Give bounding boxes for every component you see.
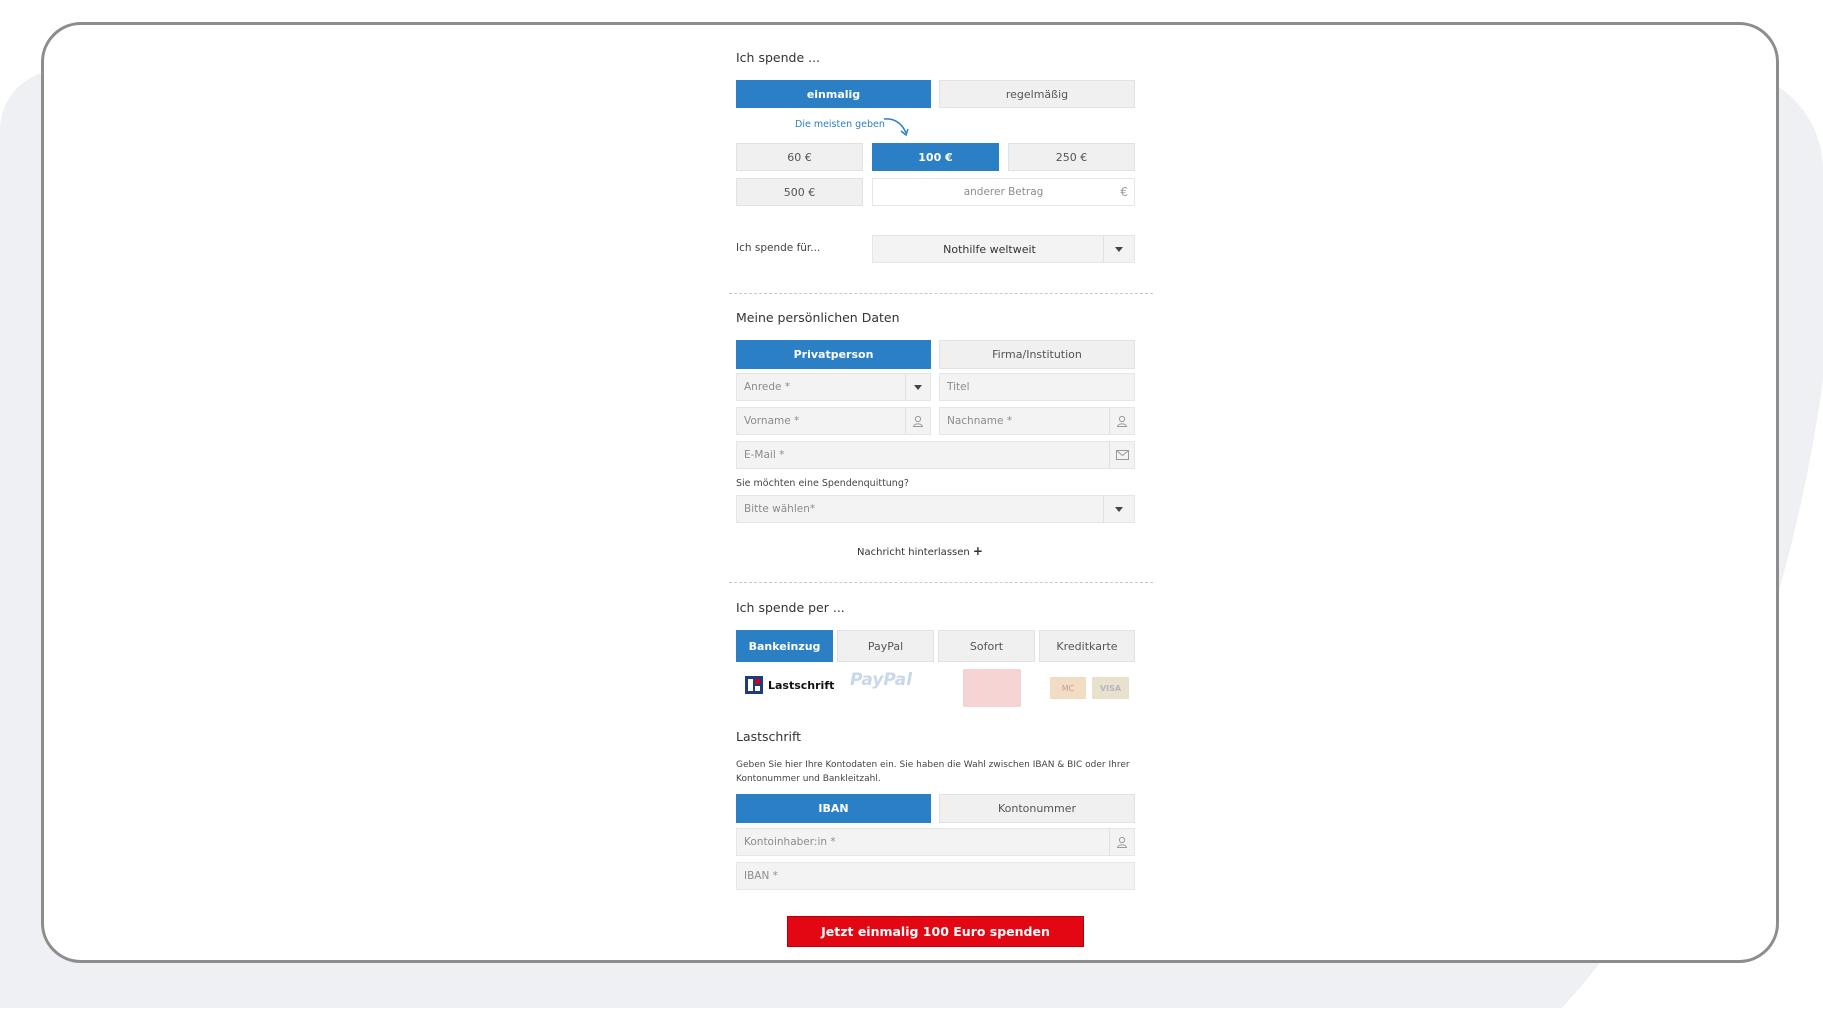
- iban-input[interactable]: IBAN *: [736, 862, 1135, 890]
- donate-submit-button[interactable]: Jetzt einmalig 100 Euro spenden: [787, 916, 1084, 947]
- euro-icon: €: [1120, 185, 1128, 199]
- lastschrift-logo: Lastschrift: [745, 676, 834, 694]
- other-amount-input[interactable]: anderer Betrag €: [872, 178, 1135, 206]
- frequency-recurring-button[interactable]: regelmäßig: [939, 80, 1135, 108]
- tab-account-number[interactable]: Kontonummer: [939, 794, 1135, 823]
- debit-heading: Lastschrift: [736, 729, 802, 744]
- user-icon: [1109, 829, 1134, 855]
- amount-100-button[interactable]: 100 €: [872, 143, 999, 171]
- mail-icon: [1109, 442, 1134, 468]
- chevron-down-icon: [1103, 236, 1134, 262]
- salutation-select[interactable]: Anrede *: [736, 373, 931, 401]
- lastname-input[interactable]: Nachname *: [939, 407, 1135, 435]
- email-input[interactable]: E-Mail *: [736, 441, 1135, 469]
- lastschrift-logo-text: Lastschrift: [768, 678, 835, 692]
- purpose-select[interactable]: Nothilfe weltweit: [872, 235, 1135, 263]
- salutation-placeholder: Anrede *: [744, 381, 791, 393]
- method-bankeinzug-button[interactable]: Bankeinzug: [736, 630, 833, 662]
- firstname-input[interactable]: Vorname *: [736, 407, 931, 435]
- leave-message-link[interactable]: Nachricht hinterlassen +: [695, 544, 1145, 558]
- personal-heading: Meine persönlichen Daten: [736, 310, 900, 325]
- purpose-value: Nothilfe weltweit: [943, 242, 1036, 256]
- receipt-placeholder: Bitte wählen*: [744, 503, 816, 515]
- firstname-placeholder: Vorname *: [744, 415, 800, 427]
- account-holder-input[interactable]: Kontoinhaber:in *: [736, 828, 1135, 856]
- visa-logo: VISA: [1092, 677, 1129, 699]
- paypal-logo: PayPal: [850, 670, 913, 690]
- method-paypal-button[interactable]: PayPal: [837, 630, 934, 662]
- chevron-down-icon: [1103, 496, 1134, 522]
- section-divider: [729, 293, 1153, 294]
- title-input[interactable]: Titel: [939, 373, 1135, 401]
- type-company-button[interactable]: Firma/Institution: [939, 340, 1135, 369]
- email-placeholder: E-Mail *: [744, 449, 785, 461]
- sofort-logo: [963, 669, 1021, 707]
- user-icon: [1109, 408, 1134, 434]
- leave-message-label: Nachricht hinterlassen: [857, 547, 970, 558]
- user-icon: [905, 408, 930, 434]
- iban-placeholder: IBAN *: [744, 870, 778, 882]
- tab-iban[interactable]: IBAN: [736, 794, 931, 823]
- account-holder-placeholder: Kontoinhaber:in *: [744, 836, 836, 848]
- chevron-down-icon: [905, 374, 930, 400]
- debit-description: Geben Sie hier Ihre Kontodaten ein. Sie …: [736, 760, 1130, 784]
- hint-arrow-icon: [883, 118, 909, 137]
- type-private-button[interactable]: Privatperson: [736, 340, 931, 369]
- lastname-placeholder: Nachname *: [947, 415, 1013, 427]
- amount-250-button[interactable]: 250 €: [1008, 143, 1135, 171]
- frequency-once-button[interactable]: einmalig: [736, 80, 931, 108]
- section-divider: [729, 582, 1153, 583]
- plus-icon: +: [972, 544, 983, 558]
- donation-form: Ich spende ... einmalig regelmäßig Die m…: [695, 25, 1153, 960]
- popular-hint: Die meisten geben: [795, 119, 885, 130]
- receipt-question: Sie möchten eine Spendenquittung?: [736, 478, 909, 489]
- elv-icon: [745, 676, 763, 694]
- receipt-select[interactable]: Bitte wählen*: [736, 495, 1135, 523]
- amount-60-button[interactable]: 60 €: [736, 143, 863, 171]
- donation-heading: Ich spende ...: [736, 50, 821, 65]
- mastercard-logo: MC: [1050, 677, 1086, 699]
- other-amount-placeholder: anderer Betrag: [963, 186, 1044, 198]
- method-sofort-button[interactable]: Sofort: [938, 630, 1035, 662]
- method-kreditkarte-button[interactable]: Kreditkarte: [1039, 630, 1135, 662]
- purpose-label: Ich spende für...: [736, 242, 821, 254]
- payment-heading: Ich spende per ...: [736, 600, 845, 615]
- browser-frame: Ich spende ... einmalig regelmäßig Die m…: [41, 22, 1779, 963]
- amount-500-button[interactable]: 500 €: [736, 178, 863, 206]
- title-placeholder: Titel: [947, 381, 970, 393]
